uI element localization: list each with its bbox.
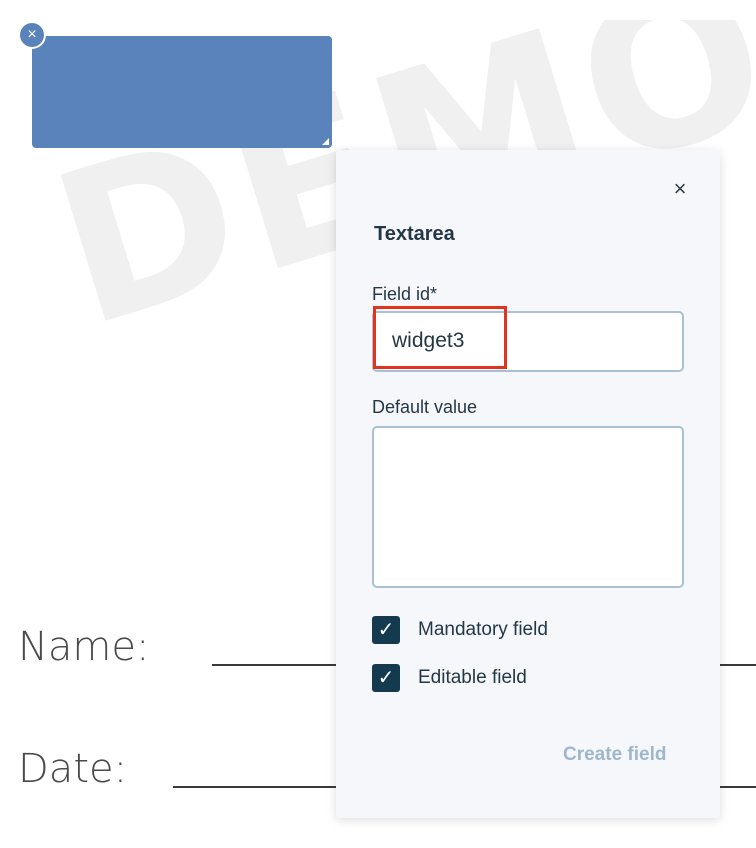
mandatory-field-checkbox[interactable]: ✓ xyxy=(372,616,400,644)
field-id-input[interactable]: widget3 xyxy=(372,311,684,372)
required-marker: * xyxy=(430,284,438,304)
textarea-widget[interactable] xyxy=(32,36,332,148)
editable-field-label: Editable field xyxy=(418,667,527,688)
close-icon[interactable]: × xyxy=(669,178,691,200)
panel-title: Textarea xyxy=(374,223,455,245)
resize-handle-icon[interactable] xyxy=(322,138,329,145)
field-properties-panel: × Textarea Field id* widget3 Default val… xyxy=(336,150,720,818)
name-label: Name: xyxy=(18,624,150,670)
default-value-label: Default value xyxy=(372,397,478,417)
widget-remove-icon[interactable]: × xyxy=(20,23,44,47)
mandatory-field-label: Mandatory field xyxy=(418,619,548,640)
field-id-value: widget3 xyxy=(392,329,465,352)
create-field-button[interactable]: Create field xyxy=(563,744,666,766)
field-id-label: Field id* xyxy=(372,284,437,305)
editable-field-checkbox[interactable]: ✓ xyxy=(372,664,400,692)
date-label: Date: xyxy=(18,746,128,792)
default-value-textarea[interactable] xyxy=(372,426,684,588)
field-id-label-text: Field id xyxy=(372,284,431,304)
